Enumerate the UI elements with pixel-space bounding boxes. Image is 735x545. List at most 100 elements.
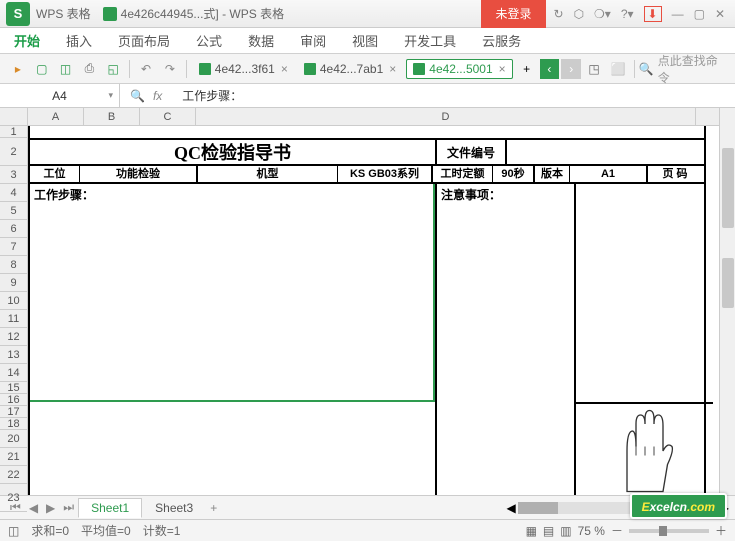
file-tab-3[interactable]: 4e42...5001× xyxy=(406,59,512,79)
row-header[interactable]: 8 xyxy=(0,256,27,274)
row-header[interactable]: 22 xyxy=(0,466,27,484)
undo-icon[interactable]: ↶ xyxy=(136,59,156,79)
row-header[interactable]: 20 xyxy=(0,430,27,448)
view-normal-icon[interactable]: ▦ xyxy=(526,524,537,538)
vertical-scrollbar[interactable] xyxy=(719,108,735,495)
sheet-tab-2[interactable]: Sheet3 xyxy=(142,498,206,518)
menu-view[interactable]: 视图 xyxy=(352,31,378,50)
menu-start[interactable]: 开始 xyxy=(14,31,40,50)
select-all-corner[interactable] xyxy=(0,108,27,126)
menu-insert[interactable]: 插入 xyxy=(66,31,92,50)
row-header[interactable]: 16 xyxy=(0,394,27,406)
search-fn-icon[interactable]: 🔍 xyxy=(130,89,145,103)
tab-last-icon[interactable]: ⏭ xyxy=(63,500,74,515)
tab-prev-icon[interactable]: ◀ xyxy=(29,501,38,515)
row-header[interactable]: 13 xyxy=(0,346,27,364)
view-break-icon[interactable]: ▥ xyxy=(560,524,571,538)
window-controls: ↻ ⬡ ❍▾ ?▾ ⬇ — ▢ ✕ xyxy=(554,6,735,22)
tab-next-icon[interactable]: ▶ xyxy=(46,501,55,515)
add-tab-button[interactable]: + xyxy=(517,59,537,79)
row-header[interactable]: 9 xyxy=(0,274,27,292)
scroll-thumb[interactable] xyxy=(722,258,734,308)
view-page-icon[interactable]: ▤ xyxy=(543,524,554,538)
row-header[interactable]: 11 xyxy=(0,310,27,328)
close-button[interactable]: ✕ xyxy=(715,7,725,21)
file-tab-2[interactable]: 4e42...7ab1× xyxy=(298,60,402,78)
file-icon xyxy=(199,63,211,75)
fx-controls: 🔍 fx xyxy=(120,89,172,103)
close-tab-icon[interactable]: × xyxy=(499,62,506,76)
menu-review[interactable]: 审阅 xyxy=(300,31,326,50)
row-header[interactable]: 2 xyxy=(0,138,27,166)
command-search[interactable]: 🔍 点此查找命令 xyxy=(639,52,729,86)
window-list-icon[interactable]: ◳ xyxy=(584,59,604,79)
col-header[interactable]: C xyxy=(140,108,196,125)
grid[interactable]: A B C D QC检验指导书 文件编号 工位 功能检验 机型 KS GB03系… xyxy=(28,108,719,495)
scroll-left-icon[interactable]: ◀ xyxy=(507,501,516,515)
row-header[interactable]: 4 xyxy=(0,184,27,202)
col-header[interactable]: D xyxy=(196,108,696,125)
close-tab-icon[interactable]: × xyxy=(389,62,396,76)
redo-icon[interactable]: ↷ xyxy=(160,59,180,79)
download-icon[interactable]: ⬇ xyxy=(644,6,662,22)
zoom-out-button[interactable]: － xyxy=(611,522,623,539)
print-icon[interactable]: ⎙ xyxy=(79,59,99,79)
zoom-value[interactable]: 75 % xyxy=(578,524,605,538)
saveas-icon[interactable]: ◫ xyxy=(56,59,76,79)
open-icon[interactable]: ▸ xyxy=(8,59,28,79)
row-header[interactable]: 6 xyxy=(0,220,27,238)
row-header[interactable]: 18 xyxy=(0,418,27,430)
app-name: WPS 表格 xyxy=(36,5,91,22)
skin-icon[interactable]: ?▾ xyxy=(621,7,634,21)
file-icon xyxy=(413,63,425,75)
zoom-slider-thumb[interactable] xyxy=(659,526,667,536)
col-header[interactable]: A xyxy=(28,108,84,125)
document-title: QC检验指导书 xyxy=(30,140,435,164)
formula-input[interactable]: 工作步骤： xyxy=(172,87,735,104)
close-tab-icon[interactable]: × xyxy=(281,62,288,76)
menu-formula[interactable]: 公式 xyxy=(196,31,222,50)
doc-title: 4e426c44945...式] - WPS 表格 xyxy=(121,5,284,22)
row-header[interactable]: 15 xyxy=(0,382,27,394)
row-header[interactable]: 14 xyxy=(0,364,27,382)
sync-icon[interactable]: ↻ xyxy=(554,7,564,21)
row-header[interactable]: 23 xyxy=(0,484,27,512)
preview-icon[interactable]: ◱ xyxy=(103,59,123,79)
row-header[interactable]: 7 xyxy=(0,238,27,256)
add-sheet-button[interactable]: + xyxy=(210,501,217,515)
row-header[interactable]: 17 xyxy=(0,406,27,418)
tab-nav-left[interactable]: ‹ xyxy=(540,59,560,79)
menu-cloud[interactable]: 云服务 xyxy=(482,31,521,50)
status-sum: 求和=0 xyxy=(31,522,69,539)
login-button[interactable]: 未登录 xyxy=(481,0,545,28)
zoom-slider[interactable] xyxy=(629,529,709,533)
row-header[interactable]: 10 xyxy=(0,292,27,310)
cloud-icon[interactable]: ⬡ xyxy=(574,7,584,21)
work-steps-cell[interactable]: 工作步骤： xyxy=(30,184,435,402)
col-header[interactable]: B xyxy=(84,108,140,125)
row-header[interactable]: 12 xyxy=(0,328,27,346)
menu-layout[interactable]: 页面布局 xyxy=(118,31,170,50)
name-box[interactable]: A4 xyxy=(0,84,120,108)
scroll-thumb[interactable] xyxy=(722,148,734,228)
sheet-tab-1[interactable]: Sheet1 xyxy=(78,498,142,518)
maximize-button[interactable]: ▢ xyxy=(694,7,705,21)
file-number-value xyxy=(505,140,704,164)
row-header[interactable]: 21 xyxy=(0,448,27,466)
save-icon[interactable]: ▢ xyxy=(32,59,52,79)
scroll-thumb[interactable] xyxy=(518,502,558,514)
file-tab-1[interactable]: 4e42...3f61× xyxy=(193,60,294,78)
minimize-button[interactable]: — xyxy=(672,7,684,21)
zoom-in-button[interactable]: ＋ xyxy=(715,522,727,539)
fx-icon[interactable]: fx xyxy=(153,89,162,103)
row-header[interactable]: 5 xyxy=(0,202,27,220)
tab-nav-right[interactable]: › xyxy=(561,59,581,79)
fullscreen-icon[interactable]: ⬜ xyxy=(608,59,628,79)
row-header[interactable]: 1 xyxy=(0,126,27,138)
menu-data[interactable]: 数据 xyxy=(248,31,274,50)
sheet-content: QC检验指导书 文件编号 工位 功能检验 机型 KS GB03系列 工时定额 9… xyxy=(28,126,719,495)
row-header[interactable]: 3 xyxy=(0,166,27,184)
menu-dev[interactable]: 开发工具 xyxy=(404,31,456,50)
help-icon[interactable]: ❍▾ xyxy=(594,7,611,21)
layout-icon[interactable]: ◫ xyxy=(8,524,19,538)
